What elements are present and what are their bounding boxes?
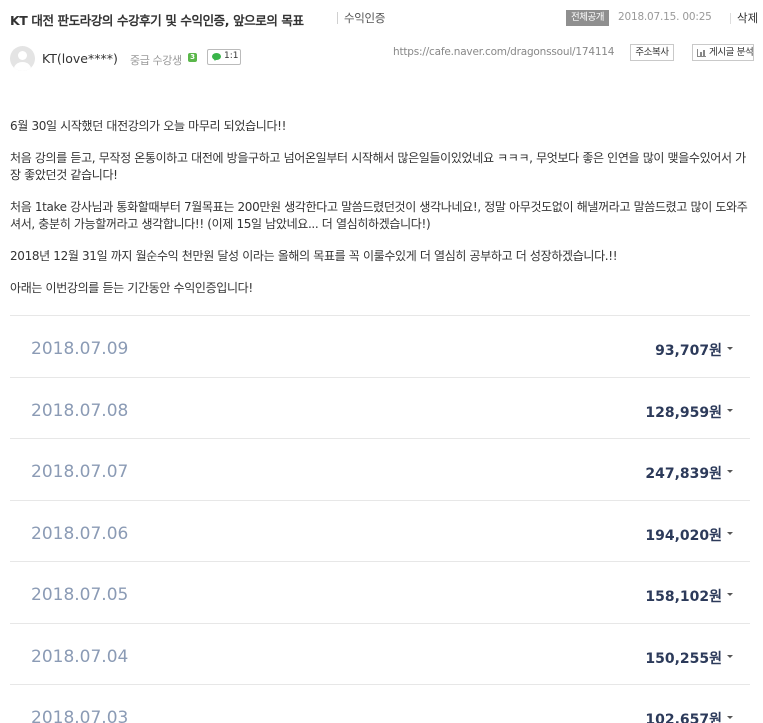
chevron-down-icon[interactable] bbox=[727, 470, 733, 473]
author-nickname[interactable]: KT(love****) bbox=[42, 51, 118, 66]
title-divider bbox=[337, 12, 338, 24]
chevron-down-icon[interactable] bbox=[727, 347, 733, 350]
chevron-down-icon[interactable] bbox=[727, 593, 733, 596]
revenue-row[interactable]: 2018.07.07 247,839원 bbox=[10, 438, 750, 500]
revenue-date: 2018.07.07 bbox=[31, 462, 129, 482]
revenue-amount: 128,959원 bbox=[645, 402, 722, 422]
post-analytics-button[interactable]: 게시글 분석 bbox=[692, 44, 754, 61]
revenue-currency: 원 bbox=[709, 343, 722, 359]
revenue-date: 2018.07.09 bbox=[31, 339, 129, 359]
chat-button-label: 1:1 bbox=[224, 51, 239, 61]
revenue-row[interactable]: 2018.07.08 128,959원 bbox=[10, 376, 750, 439]
bar-chart-icon bbox=[697, 49, 706, 57]
body-paragraph-4: 2018년 12월 31일 까지 월순수익 천만원 달성 이라는 올해의 목표를… bbox=[10, 249, 618, 263]
revenue-currency: 원 bbox=[709, 404, 722, 421]
body-paragraph-1: 6월 30일 시작했던 대전강의가 오늘 마무리 되었습니다!! bbox=[10, 119, 287, 133]
revenue-date: 2018.07.08 bbox=[31, 400, 129, 421]
post-analytics-label: 게시글 분석 bbox=[709, 47, 754, 58]
revenue-date: 2018.07.03 bbox=[31, 708, 129, 723]
datetime-divider bbox=[730, 13, 731, 24]
revenue-amount-value: 150,255 bbox=[645, 650, 710, 667]
author-bar: KT(love****) 중급 수강생 3 1:1 https://cafe.n… bbox=[10, 43, 754, 73]
revenue-currency: 원 bbox=[709, 527, 722, 544]
revenue-currency: 원 bbox=[709, 466, 722, 482]
visibility-badge: 전체공개 bbox=[566, 10, 609, 26]
body-paragraph-5: 아래는 이번강의를 듣는 기간동안 수익인증입니다! bbox=[10, 281, 253, 295]
post-title-bar: KT 대전 판도라강의 수강후기 및 수익인증, 앞으로의 목표 수익인증 전체… bbox=[10, 8, 758, 28]
revenue-amount: 194,020원 bbox=[645, 525, 722, 545]
revenue-amount-value: 93,707 bbox=[655, 343, 710, 359]
level-badge-icon: 3 bbox=[188, 53, 197, 62]
revenue-currency: 원 bbox=[709, 589, 722, 605]
revenue-row[interactable]: 2018.07.09 93,707원 bbox=[10, 315, 750, 377]
category-link[interactable]: 수익인증 bbox=[344, 10, 385, 26]
avatar-body-shape bbox=[14, 62, 31, 71]
revenue-amount-value: 128,959 bbox=[645, 404, 710, 421]
post-title: KT 대전 판도라강의 수강후기 및 수익인증, 앞으로의 목표 bbox=[10, 13, 304, 28]
revenue-row[interactable]: 2018.07.05 158,102원 bbox=[10, 561, 750, 623]
chat-bubble-icon bbox=[212, 53, 221, 61]
revenue-date: 2018.07.05 bbox=[31, 585, 129, 605]
post-datetime: 2018.07.15. 00:25 bbox=[618, 11, 712, 23]
chevron-down-icon[interactable] bbox=[727, 716, 733, 719]
delete-button[interactable]: 삭제 bbox=[737, 10, 758, 26]
chevron-down-icon[interactable] bbox=[727, 408, 733, 412]
revenue-date: 2018.07.06 bbox=[31, 523, 129, 544]
revenue-amount: 102,657원 bbox=[645, 709, 722, 723]
revenue-amount-value: 247,839 bbox=[645, 466, 710, 482]
chevron-down-icon[interactable] bbox=[727, 531, 733, 535]
one-on-one-chat-button[interactable]: 1:1 bbox=[207, 49, 241, 65]
revenue-row[interactable]: 2018.07.03 102,657원 bbox=[10, 684, 750, 723]
revenue-amount-value: 194,020 bbox=[645, 527, 710, 544]
revenue-list: 2018.07.09 93,707원 2018.07.08 128,959원 2… bbox=[10, 315, 750, 723]
revenue-amount: 93,707원 bbox=[655, 340, 722, 360]
body-paragraph-2: 처음 강의를 듣고, 무작정 온통이하고 대전에 방을구하고 넘어온일부터 시작… bbox=[10, 151, 746, 182]
revenue-currency: 원 bbox=[709, 650, 722, 667]
avatar-head-shape bbox=[18, 51, 27, 60]
post-body: 6월 30일 시작했던 대전강의가 오늘 마무리 되었습니다!! 처음 강의를 … bbox=[10, 118, 754, 312]
copy-url-button[interactable]: 주소복사 bbox=[630, 44, 674, 61]
chevron-down-icon[interactable] bbox=[727, 654, 733, 658]
revenue-amount-value: 102,657 bbox=[645, 712, 710, 723]
revenue-currency: 원 bbox=[709, 712, 722, 723]
revenue-amount: 158,102원 bbox=[645, 586, 722, 606]
revenue-amount: 150,255원 bbox=[645, 648, 722, 668]
avatar[interactable] bbox=[10, 46, 35, 71]
body-paragraph-3: 처음 1take 강사님과 통화할때부터 7월목표는 200만원 생각한다고 말… bbox=[10, 200, 748, 231]
revenue-row[interactable]: 2018.07.04 150,255원 bbox=[10, 622, 750, 685]
member-level: 중급 수강생 bbox=[130, 54, 182, 67]
revenue-amount: 247,839원 bbox=[645, 463, 722, 483]
revenue-row[interactable]: 2018.07.06 194,020원 bbox=[10, 499, 750, 562]
revenue-amount-value: 158,102 bbox=[645, 589, 710, 605]
post-url: https://cafe.naver.com/dragonssoul/17411… bbox=[393, 46, 615, 58]
revenue-date: 2018.07.04 bbox=[31, 646, 129, 667]
